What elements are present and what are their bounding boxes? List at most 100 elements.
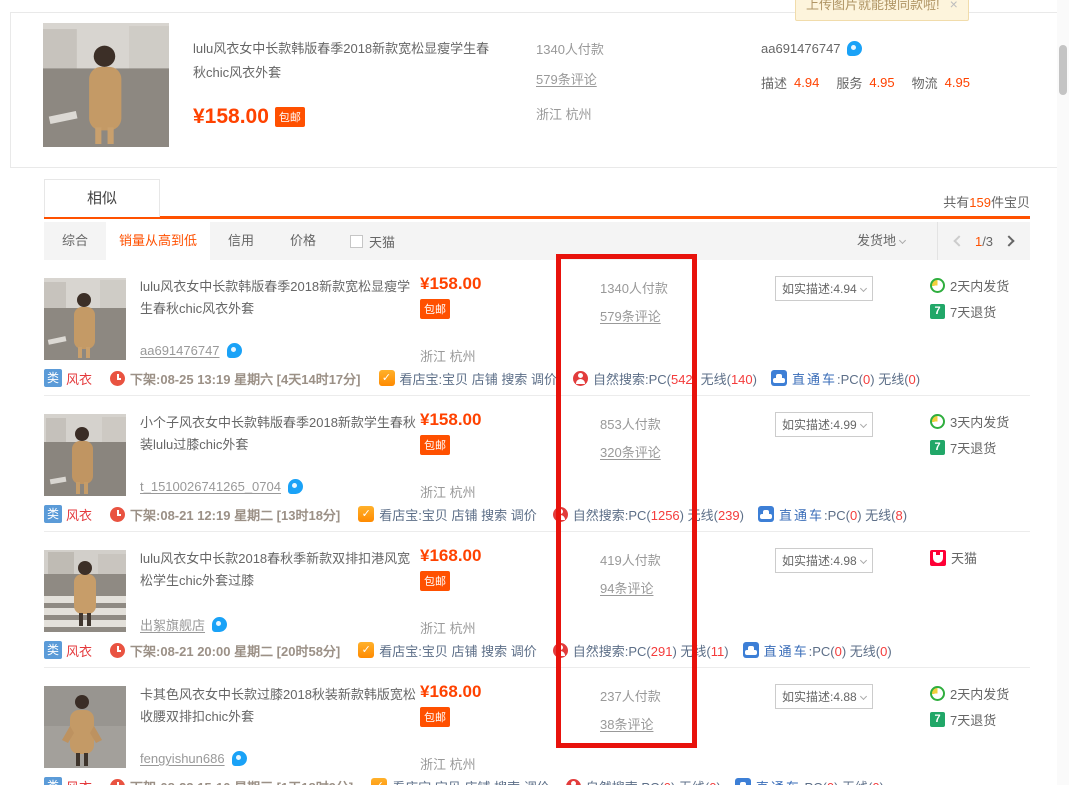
free-shipping-badge: 包邮 — [420, 299, 450, 319]
ship-from-dropdown[interactable]: 发货地 — [857, 222, 905, 260]
offshelf-time: 下架:08-25 13:19 星期六 [4天14时17分] — [130, 369, 360, 388]
tab-similar[interactable]: 相似 — [44, 179, 160, 217]
search-stats: 自然搜索:PC(1256) 无线(239) — [573, 505, 744, 524]
tooltip-text: 上传图片就能搜同款啦! — [806, 0, 940, 13]
tab-underline — [44, 216, 1030, 219]
rating-dropdown[interactable]: 如实描述:4.88 — [775, 684, 873, 709]
rating-dropdown[interactable]: 如实描述:4.99 — [775, 412, 873, 437]
wangwang-icon[interactable] — [232, 751, 247, 766]
source-product-price: ¥158.00 — [193, 105, 269, 129]
rating-serv-label: 服务 — [836, 73, 862, 92]
product-title[interactable]: lulu风衣女中长款2018春秋季新款双排扣港风宽松学生chic外套过膝 — [140, 548, 418, 592]
product-price: ¥158.00 — [420, 410, 481, 430]
category-tag-icon: 类 — [44, 777, 62, 785]
kandianbao-icon: ✓ — [358, 642, 374, 658]
product-comments-link[interactable]: 38条评论 — [600, 717, 653, 732]
clock-icon — [110, 779, 125, 785]
total-items-text: 共有159件宝贝 — [943, 192, 1030, 211]
total-count: 159 — [969, 195, 991, 210]
rating-dropdown[interactable]: 如实描述:4.94 — [775, 276, 873, 301]
close-icon[interactable]: × — [950, 0, 958, 12]
seller-link[interactable]: t_1510026741265_0704 — [140, 479, 281, 494]
rating-desc-label: 描述 — [761, 73, 787, 92]
vertical-scrollbar — [1057, 0, 1069, 785]
return-badge-text: 7天退货 — [950, 302, 996, 321]
rating-value: 如实描述:4.88 — [782, 688, 857, 705]
product-title[interactable]: 小个子风衣女中长款韩版春季2018新款学生春秋装lulu过膝chic外套 — [140, 412, 418, 456]
ship-time-icon — [930, 278, 945, 293]
product-comments-link[interactable]: 94条评论 — [600, 581, 653, 596]
product-comments-link[interactable]: 320条评论 — [600, 445, 661, 460]
sort-sales-desc[interactable]: 销量从高到低 — [106, 222, 210, 260]
seller-link[interactable]: fengyishun686 — [140, 751, 225, 766]
product-thumbnail[interactable] — [44, 278, 126, 360]
category-link[interactable]: 风衣 — [66, 777, 92, 785]
page: 上传图片就能搜同款啦! × lulu风衣女中长款韩版春季2018新款宽松显瘦学生… — [0, 0, 1069, 785]
ship-from-label: 发货地 — [857, 233, 896, 248]
product-payments: 419人付款 — [600, 550, 661, 569]
product-location: 浙江 杭州 — [420, 482, 476, 501]
free-shipping-badge: 包邮 — [420, 707, 450, 727]
total-suffix: 件宝贝 — [991, 195, 1030, 210]
source-comments-link[interactable]: 579条评论 — [536, 72, 597, 87]
product-title[interactable]: lulu风衣女中长款韩版春季2018新款宽松显瘦学生春秋chic风衣外套 — [140, 276, 418, 320]
wangwang-icon[interactable] — [847, 41, 862, 56]
tmall-checkbox[interactable] — [350, 235, 363, 248]
sort-composite[interactable]: 综合 — [44, 222, 106, 260]
seller-link[interactable]: 出絮旗舰店 — [140, 615, 205, 634]
product-location: 浙江 杭州 — [420, 346, 476, 365]
tmall-filter[interactable]: 天猫 — [350, 222, 395, 260]
source-product-image[interactable] — [43, 23, 169, 147]
rating-desc-value: 4.94 — [794, 75, 819, 90]
filter-bar: 综合 销量从高到低 信用 价格 天猫 发货地 1/3 — [44, 222, 1030, 260]
category-link[interactable]: 风衣 — [66, 505, 92, 524]
kandianbao-icon: ✓ — [358, 506, 374, 522]
ztc-stats: 直通车:PC(0) 无线(0) — [792, 369, 920, 388]
kandianbao-links[interactable]: 看店宝:宝贝 店铺 搜索 调价 — [379, 641, 536, 660]
category-link[interactable]: 风衣 — [66, 369, 92, 388]
product-price: ¥158.00 — [420, 274, 481, 294]
scrollbar-thumb[interactable] — [1059, 45, 1067, 95]
ship-badge-text: 2天内发货 — [950, 276, 1009, 295]
source-seller-name[interactable]: aa691476747 — [761, 41, 841, 56]
free-shipping-badge: 包邮 — [420, 435, 450, 455]
kandianbao-icon: ✓ — [371, 778, 387, 785]
natural-search-icon — [553, 643, 568, 658]
wangwang-icon[interactable] — [212, 617, 227, 632]
seller-link[interactable]: aa691476747 — [140, 343, 220, 358]
product-row: 卡其色风衣女中长款过膝2018秋装新款韩版宽松收腰双排扣chic外套 fengy… — [44, 668, 1030, 785]
product-thumbnail[interactable] — [44, 414, 126, 496]
rating-dropdown[interactable]: 如实描述:4.98 — [775, 548, 873, 573]
product-thumbnail[interactable] — [44, 686, 126, 768]
next-page-icon[interactable] — [1003, 235, 1014, 246]
source-ratings: 描述 4.94 服务 4.95 物流 4.95 — [761, 73, 980, 92]
kandianbao-links[interactable]: 看店宝:宝贝 店铺 搜索 调价 — [400, 369, 557, 388]
kandianbao-links[interactable]: 看店宝:宝贝 店铺 搜索 调价 — [379, 505, 536, 524]
category-tag-icon: 类 — [44, 505, 62, 523]
category-link[interactable]: 风衣 — [66, 641, 92, 660]
product-thumbnail[interactable] — [44, 550, 126, 632]
sort-credit[interactable]: 信用 — [210, 222, 272, 260]
page-indicator: 1/3 — [975, 234, 993, 249]
clock-icon — [110, 643, 125, 658]
product-comments-link[interactable]: 579条评论 — [600, 309, 661, 324]
page-total: /3 — [982, 234, 993, 249]
ztc-stats: 直通车:PC(0) 无线(0) — [764, 641, 892, 660]
offshelf-time: 下架:08-21 20:00 星期二 [20时58分] — [130, 641, 340, 660]
clock-icon — [110, 507, 125, 522]
tmall-filter-label: 天猫 — [369, 232, 395, 251]
sort-price[interactable]: 价格 — [272, 222, 334, 260]
prev-page-icon[interactable] — [953, 235, 964, 246]
rating-value: 如实描述:4.94 — [782, 280, 857, 297]
product-title[interactable]: 卡其色风衣女中长款过膝2018秋装新款韩版宽松收腰双排扣chic外套 — [140, 684, 418, 728]
wangwang-icon[interactable] — [288, 479, 303, 494]
chevron-down-icon — [860, 285, 867, 292]
natural-search-icon — [573, 371, 588, 386]
source-product-title[interactable]: lulu风衣女中长款韩版春季2018新款宽松显瘦学生春秋chic风衣外套 — [193, 37, 493, 85]
search-stats: 自然搜索:PC(0) 无线(0) — [586, 777, 721, 785]
source-payments: 1340人付款 — [536, 39, 604, 58]
kandianbao-links[interactable]: 看店宝:宝贝 店铺 搜索 调价 — [392, 777, 549, 785]
product-price: ¥168.00 — [420, 546, 481, 566]
wangwang-icon[interactable] — [227, 343, 242, 358]
rating-value: 如实描述:4.98 — [782, 552, 857, 569]
